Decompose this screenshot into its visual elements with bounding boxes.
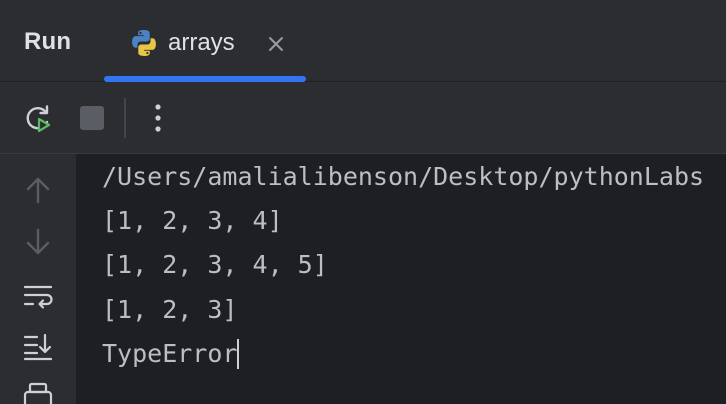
console-gutter [0, 154, 76, 404]
console-line: /Users/amalialibenson/Desktop/pythonLabs [102, 162, 705, 191]
run-title: Run [24, 28, 72, 55]
console-line: [1, 2, 3, 4, 5] [102, 250, 328, 279]
soft-wrap-icon[interactable] [22, 280, 54, 312]
tab-arrays[interactable]: arrays [104, 0, 306, 82]
console-line: [1, 2, 3, 4] [102, 206, 283, 235]
scroll-up-icon[interactable] [22, 174, 54, 206]
scroll-to-end-icon[interactable] [22, 330, 54, 362]
console-line: [1, 2, 3] [102, 295, 238, 324]
run-tool-window: Run arrays /Users/amalialibenson/Desktop… [0, 0, 726, 404]
console-line-input[interactable]: TypeError [102, 339, 240, 369]
toolbar [0, 82, 726, 154]
python-icon [132, 30, 156, 56]
scroll-down-icon[interactable] [22, 226, 54, 258]
toolbar-separator [124, 98, 126, 138]
console-output[interactable]: /Users/amalialibenson/Desktop/pythonLabs… [76, 154, 726, 404]
rerun-icon[interactable] [22, 102, 54, 134]
stop-icon[interactable] [76, 102, 108, 134]
tab-label: arrays [168, 29, 235, 56]
tool-window-header: Run arrays [0, 0, 726, 82]
console-input-text: TypeError [102, 339, 238, 368]
more-options-icon[interactable] [142, 102, 174, 134]
print-icon[interactable] [22, 382, 54, 404]
close-icon[interactable] [266, 34, 286, 54]
text-caret [237, 339, 240, 369]
